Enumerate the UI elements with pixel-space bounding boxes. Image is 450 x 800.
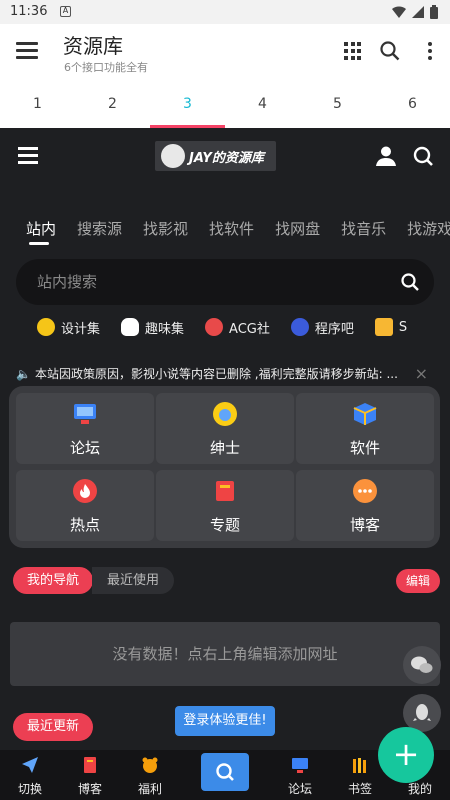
chat-bubble-icon bbox=[353, 479, 377, 503]
bear-icon bbox=[142, 757, 158, 773]
my-nav-tab[interactable]: 我的导航 bbox=[13, 567, 93, 594]
tab-5[interactable]: 5 bbox=[300, 80, 375, 128]
fire-icon bbox=[73, 479, 97, 503]
signal-icon bbox=[412, 6, 424, 18]
quick-link-more[interactable]: S bbox=[374, 315, 407, 339]
tab-4[interactable]: 4 bbox=[225, 80, 300, 128]
site-header: JAY的资源库 bbox=[0, 128, 450, 188]
grid-item-hot[interactable]: 热点 bbox=[16, 470, 154, 541]
notebook-icon bbox=[84, 757, 96, 773]
tab-1[interactable]: 1 bbox=[0, 80, 75, 128]
graduation-cap-icon bbox=[374, 318, 393, 336]
search-submit-icon[interactable] bbox=[400, 272, 420, 292]
recent-use-tab[interactable]: 最近使用 bbox=[92, 567, 174, 594]
notice-text[interactable]: 本站因政策原因，影视小说等内容已删除 ,福利完整版请移步新站: ... bbox=[35, 367, 398, 381]
monitor-icon bbox=[292, 758, 308, 773]
app-bar: 资源库 6个接口功能全有 bbox=[0, 24, 450, 80]
quick-links: 设计集 趣味集 ACG社 程序吧 S bbox=[37, 315, 450, 339]
nav-switch[interactable]: 切换 bbox=[2, 750, 58, 800]
app-root: 11:36 A 资源库 6个接口功能全有 1 2 3 4 5 6 JAY的资源库 bbox=[0, 0, 450, 800]
forum-icon bbox=[74, 404, 96, 424]
nav-welfare[interactable]: 福利 bbox=[122, 750, 178, 800]
pencil-icon bbox=[37, 318, 55, 336]
notice-bar: 🔈 本站因政策原因，影视小说等内容已删除 ,福利完整版请移步新站: ... × bbox=[16, 361, 434, 387]
user-icon[interactable] bbox=[375, 145, 397, 167]
add-fab[interactable]: + bbox=[378, 727, 434, 783]
smile-icon bbox=[213, 402, 237, 426]
grid-item-software[interactable]: 软件 bbox=[296, 393, 434, 464]
code-icon bbox=[290, 318, 309, 336]
tab-6[interactable]: 6 bbox=[375, 80, 450, 128]
login-tip-button[interactable]: 登录体验更佳! bbox=[175, 706, 275, 736]
app-title: 资源库 bbox=[63, 34, 123, 58]
tab-bar: 1 2 3 4 5 6 bbox=[0, 80, 450, 128]
empty-state: 没有数据！点右上角编辑添加网址 bbox=[10, 622, 440, 686]
cat-tab-search-source[interactable]: 搜索源 bbox=[77, 218, 122, 248]
search-icon[interactable] bbox=[377, 38, 403, 64]
shortcut-grid: 论坛 绅士 软件 热点 专题 博客 bbox=[9, 386, 440, 548]
site-search-bar bbox=[16, 259, 434, 305]
tab-2[interactable]: 2 bbox=[75, 80, 150, 128]
battery-icon bbox=[430, 5, 438, 19]
ghost-icon bbox=[121, 318, 140, 336]
menu-icon[interactable] bbox=[16, 42, 38, 59]
speaker-icon: 🔈 bbox=[16, 367, 31, 381]
tab-3[interactable]: 3 bbox=[150, 80, 225, 128]
books-icon bbox=[353, 758, 366, 773]
cat-tab-video[interactable]: 找影视 bbox=[143, 218, 188, 248]
cat-tab-software[interactable]: 找软件 bbox=[209, 218, 254, 248]
notification-icon: A bbox=[60, 6, 71, 17]
site-menu-icon[interactable] bbox=[18, 147, 38, 164]
plus-icon: + bbox=[392, 735, 420, 773]
cat-tab-site[interactable]: 站内 bbox=[26, 218, 56, 248]
webview: JAY的资源库 站内 搜索源 找影视 找软件 找网盘 找音乐 找游戏 设计集 趣… bbox=[0, 128, 450, 800]
category-tabs: 站内 搜索源 找影视 找软件 找网盘 找音乐 找游戏 bbox=[26, 218, 450, 248]
logo-avatar bbox=[161, 144, 185, 168]
book-icon bbox=[216, 481, 234, 501]
grid-item-blog[interactable]: 博客 bbox=[296, 470, 434, 541]
nav-search-icon bbox=[216, 763, 234, 781]
nav-blog[interactable]: 博客 bbox=[62, 750, 118, 800]
grid-item-forum[interactable]: 论坛 bbox=[16, 393, 154, 464]
more-vert-icon[interactable] bbox=[417, 38, 443, 64]
cat-tab-netdisk[interactable]: 找网盘 bbox=[275, 218, 320, 248]
nav-search-button[interactable] bbox=[201, 753, 249, 791]
send-icon bbox=[22, 757, 38, 773]
quick-link-acg[interactable]: ACG社 bbox=[205, 315, 270, 339]
site-logo[interactable]: JAY的资源库 bbox=[155, 141, 276, 171]
wechat-icon bbox=[411, 656, 433, 673]
grid-item-gentleman[interactable]: 绅士 bbox=[156, 393, 294, 464]
nav-forum[interactable]: 论坛 bbox=[272, 750, 328, 800]
status-bar: 11:36 A bbox=[0, 0, 450, 24]
site-search-input[interactable] bbox=[16, 259, 434, 305]
edit-button[interactable]: 编辑 bbox=[396, 569, 440, 593]
status-icons bbox=[392, 5, 438, 19]
site-search-icon[interactable] bbox=[412, 145, 434, 167]
grid-item-topic[interactable]: 专题 bbox=[156, 470, 294, 541]
close-icon[interactable]: × bbox=[415, 361, 428, 387]
app-subtitle: 6个接口功能全有 bbox=[64, 61, 148, 74]
quick-link-code[interactable]: 程序吧 bbox=[290, 315, 354, 339]
logo-text: JAY的资源库 bbox=[189, 150, 264, 166]
grid-icon[interactable] bbox=[340, 38, 366, 64]
quick-link-fun[interactable]: 趣味集 bbox=[121, 315, 184, 339]
box-icon bbox=[353, 403, 377, 425]
cat-tab-game[interactable]: 找游戏 bbox=[407, 218, 450, 248]
wechat-button[interactable] bbox=[403, 646, 441, 684]
quick-link-design[interactable]: 设计集 bbox=[37, 315, 100, 339]
latest-update-tab[interactable]: 最近更新 bbox=[13, 713, 93, 741]
cat-tab-music[interactable]: 找音乐 bbox=[341, 218, 386, 248]
status-time: 11:36 bbox=[10, 4, 48, 19]
wifi-icon bbox=[392, 6, 406, 18]
mushroom-icon bbox=[205, 318, 224, 336]
